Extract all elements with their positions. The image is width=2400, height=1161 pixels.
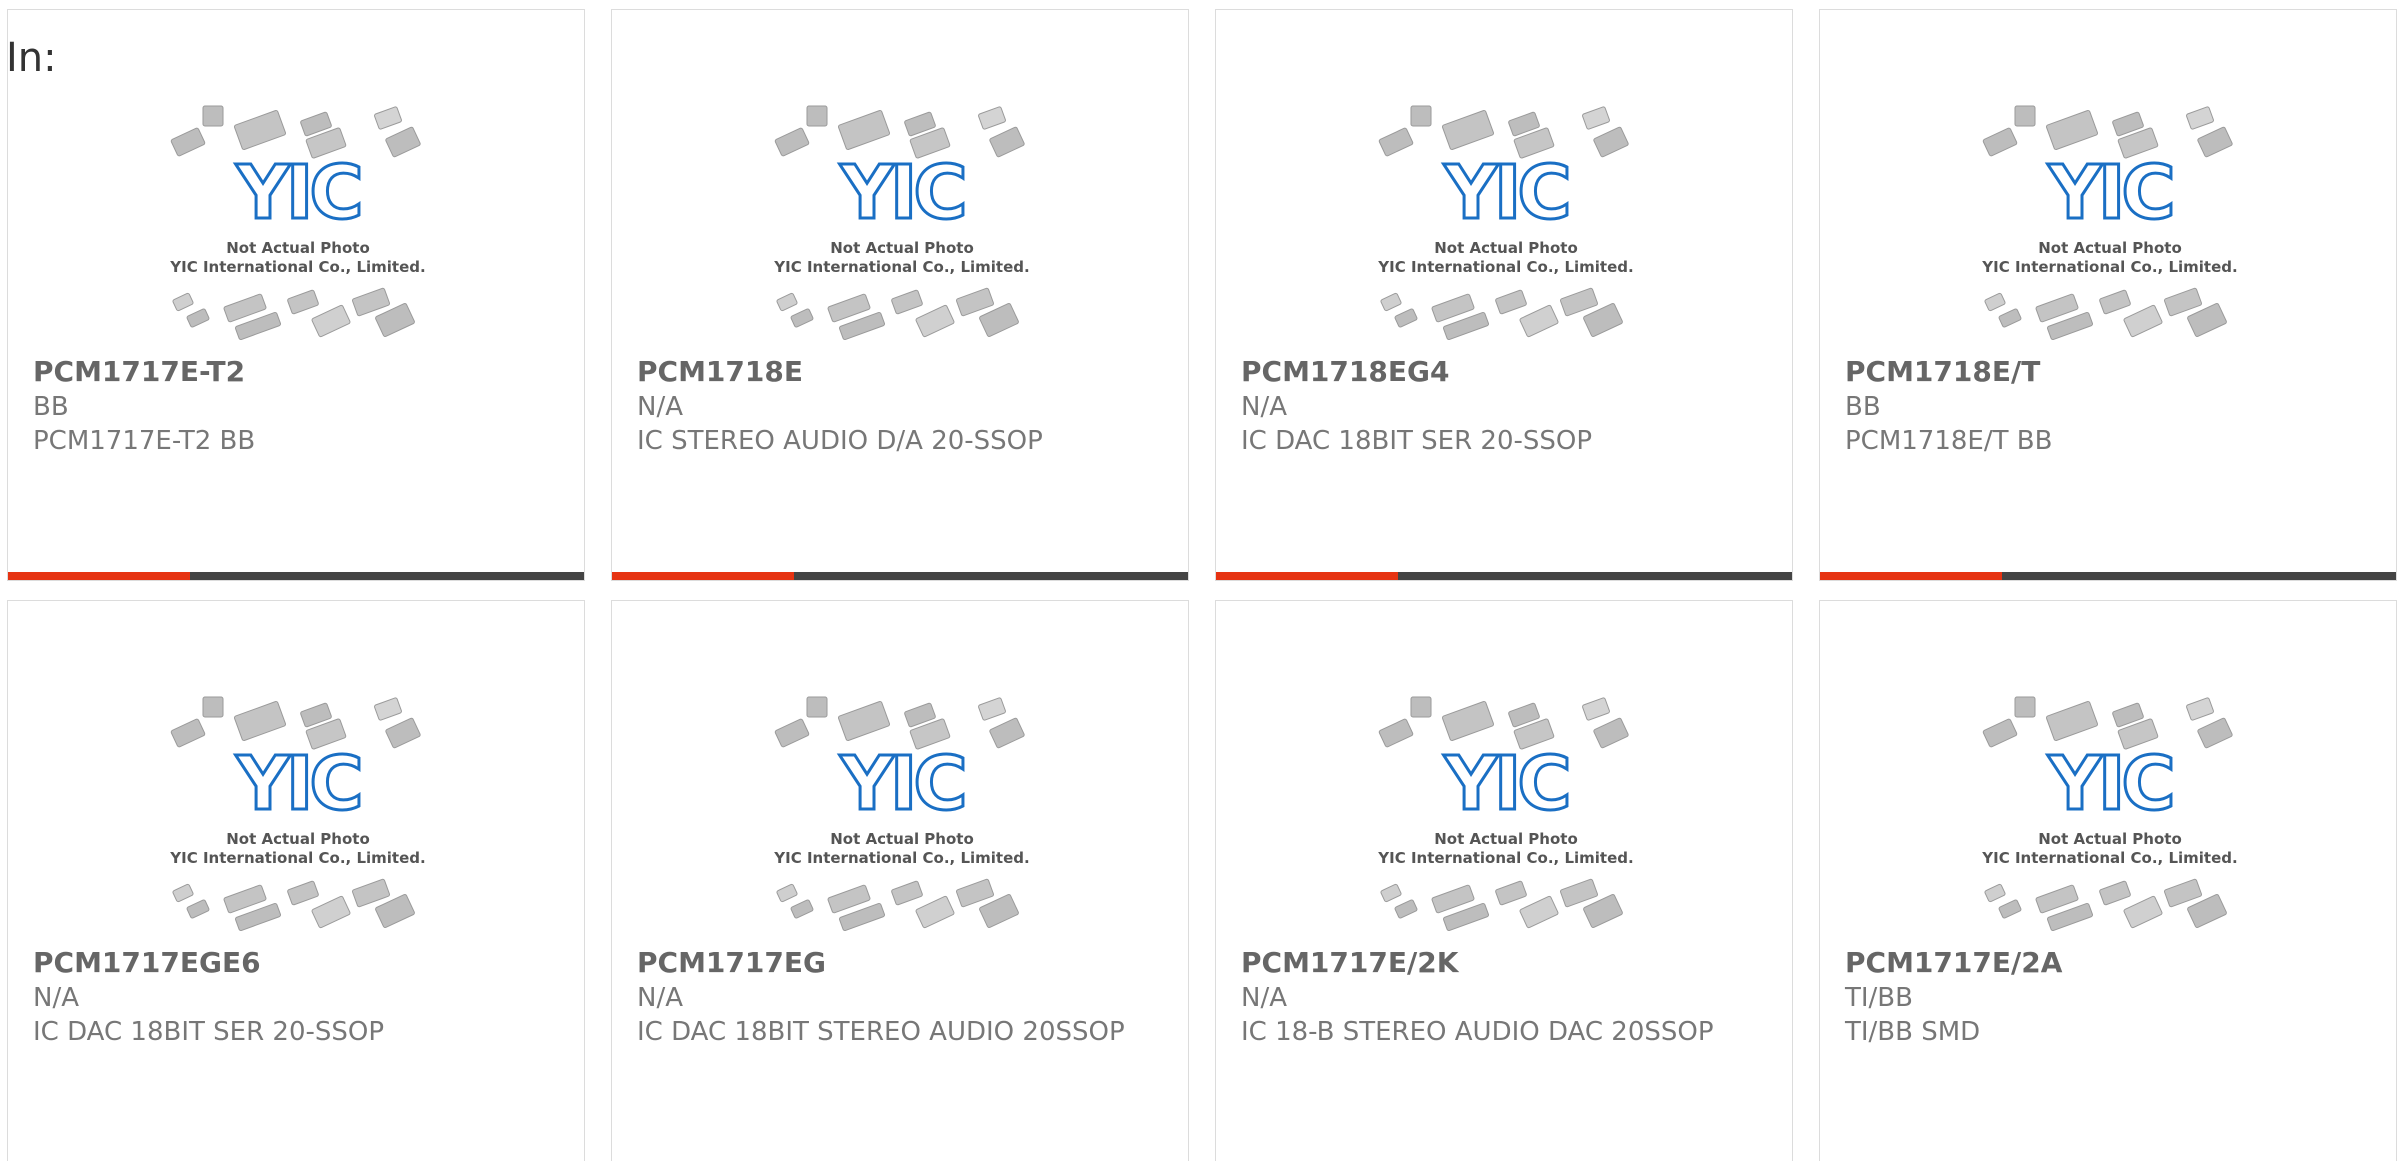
yic-logo: YIC bbox=[839, 741, 963, 827]
product-image[interactable]: YIC Not Actual Photo YIC International C… bbox=[1371, 100, 1641, 340]
product-card[interactable]: YIC Not Actual Photo YIC International C… bbox=[611, 600, 1189, 1161]
product-image[interactable]: YIC Not Actual Photo YIC International C… bbox=[767, 691, 1037, 931]
yic-logo: YIC bbox=[235, 741, 359, 827]
yic-logo: YIC bbox=[2047, 741, 2171, 827]
part-number[interactable]: PCM1717E-T2 bbox=[33, 355, 245, 389]
product-image[interactable]: YIC Not Actual Photo YIC International C… bbox=[1371, 691, 1641, 931]
description: IC STEREO AUDIO D/A 20-SSOP bbox=[637, 426, 1043, 456]
part-number[interactable]: PCM1718E/T bbox=[1845, 355, 2040, 389]
description: PCM1718E/T BB bbox=[1845, 426, 2053, 456]
description: TI/BB SMD bbox=[1845, 1017, 1981, 1047]
manufacturer: BB bbox=[1845, 392, 1881, 422]
manufacturer: TI/BB bbox=[1845, 983, 1913, 1013]
part-number[interactable]: PCM1717EG bbox=[637, 946, 826, 980]
manufacturer: N/A bbox=[33, 983, 79, 1013]
description: IC DAC 18BIT SER 20-SSOP bbox=[1241, 426, 1593, 456]
placeholder-graphic: YIC Not Actual Photo YIC International C… bbox=[1377, 696, 1634, 931]
card-bar-accent bbox=[1216, 572, 1398, 580]
filter-label: In: bbox=[6, 35, 57, 81]
description: PCM1717E-T2 BB bbox=[33, 426, 256, 456]
caption-line-2: YIC International Co., Limited. bbox=[773, 258, 1029, 276]
product-card[interactable]: YIC Not Actual Photo YIC International C… bbox=[611, 9, 1189, 581]
product-card[interactable]: YIC Not Actual Photo YIC International C… bbox=[1819, 600, 2397, 1161]
product-image[interactable]: YIC Not Actual Photo YIC International C… bbox=[1975, 691, 2245, 931]
caption-line-2: YIC International Co., Limited. bbox=[1981, 258, 2237, 276]
part-number[interactable]: PCM1717EGE6 bbox=[33, 946, 261, 980]
product-grid-page: In: YIC Not Actual Photo YIC Internation… bbox=[0, 0, 2400, 1161]
placeholder-graphic: YIC Not Actual Photo YIC International C… bbox=[773, 696, 1030, 931]
product-image[interactable]: YIC Not Actual Photo YIC International C… bbox=[767, 100, 1037, 340]
manufacturer: N/A bbox=[1241, 392, 1287, 422]
caption-line-1: Not Actual Photo bbox=[2038, 239, 2182, 257]
manufacturer: N/A bbox=[1241, 983, 1287, 1013]
placeholder-graphic: YIC Not Actual Photo YIC International C… bbox=[169, 696, 426, 931]
product-image[interactable]: YIC Not Actual Photo YIC International C… bbox=[163, 100, 433, 340]
caption-line-1: Not Actual Photo bbox=[830, 830, 974, 848]
card-bottom-bar bbox=[1820, 572, 2396, 580]
manufacturer: BB bbox=[33, 392, 69, 422]
caption-line-2: YIC International Co., Limited. bbox=[773, 849, 1029, 867]
product-card[interactable]: YIC Not Actual Photo YIC International C… bbox=[1215, 9, 1793, 581]
caption-line-1: Not Actual Photo bbox=[1434, 830, 1578, 848]
caption-line-2: YIC International Co., Limited. bbox=[169, 258, 425, 276]
card-bottom-bar bbox=[612, 572, 1188, 580]
placeholder-graphic: YIC Not Actual Photo YIC International C… bbox=[1981, 105, 2238, 340]
part-number[interactable]: PCM1717E/2K bbox=[1241, 946, 1458, 980]
yic-logo: YIC bbox=[1443, 741, 1567, 827]
description: IC 18-B STEREO AUDIO DAC 20SSOP bbox=[1241, 1017, 1714, 1047]
part-number[interactable]: PCM1718E bbox=[637, 355, 803, 389]
caption-line-1: Not Actual Photo bbox=[1434, 239, 1578, 257]
placeholder-graphic: YIC Not Actual Photo YIC International C… bbox=[1377, 105, 1634, 340]
part-number[interactable]: PCM1718EG4 bbox=[1241, 355, 1449, 389]
card-bar-accent bbox=[612, 572, 794, 580]
caption-line-2: YIC International Co., Limited. bbox=[1377, 258, 1633, 276]
caption-line-2: YIC International Co., Limited. bbox=[169, 849, 425, 867]
placeholder-graphic: YIC Not Actual Photo YIC International C… bbox=[1981, 696, 2238, 931]
description: IC DAC 18BIT STEREO AUDIO 20SSOP bbox=[637, 1017, 1125, 1047]
card-bar-accent bbox=[1820, 572, 2002, 580]
product-image[interactable]: YIC Not Actual Photo YIC International C… bbox=[1975, 100, 2245, 340]
product-card[interactable]: YIC Not Actual Photo YIC International C… bbox=[7, 600, 585, 1161]
yic-logo: YIC bbox=[235, 150, 359, 236]
card-bottom-bar bbox=[1216, 572, 1792, 580]
yic-logo: YIC bbox=[1443, 150, 1567, 236]
caption-line-1: Not Actual Photo bbox=[830, 239, 974, 257]
product-card[interactable]: YIC Not Actual Photo YIC International C… bbox=[1819, 9, 2397, 581]
placeholder-graphic: YIC Not Actual Photo YIC International C… bbox=[773, 105, 1030, 340]
caption-line-1: Not Actual Photo bbox=[226, 239, 370, 257]
yic-logo: YIC bbox=[2047, 150, 2171, 236]
caption-line-2: YIC International Co., Limited. bbox=[1377, 849, 1633, 867]
yic-logo: YIC bbox=[839, 150, 963, 236]
manufacturer: N/A bbox=[637, 392, 683, 422]
product-image[interactable]: YIC Not Actual Photo YIC International C… bbox=[163, 691, 433, 931]
description: IC DAC 18BIT SER 20-SSOP bbox=[33, 1017, 385, 1047]
caption-line-1: Not Actual Photo bbox=[2038, 830, 2182, 848]
part-number[interactable]: PCM1717E/2A bbox=[1845, 946, 2062, 980]
card-bar-accent bbox=[8, 572, 190, 580]
product-card[interactable]: YIC Not Actual Photo YIC International C… bbox=[7, 9, 585, 581]
caption-line-1: Not Actual Photo bbox=[226, 830, 370, 848]
manufacturer: N/A bbox=[637, 983, 683, 1013]
caption-line-2: YIC International Co., Limited. bbox=[1981, 849, 2237, 867]
product-card[interactable]: YIC Not Actual Photo YIC International C… bbox=[1215, 600, 1793, 1161]
placeholder-graphic: YIC Not Actual Photo YIC International C… bbox=[169, 105, 426, 340]
card-bottom-bar bbox=[8, 572, 584, 580]
